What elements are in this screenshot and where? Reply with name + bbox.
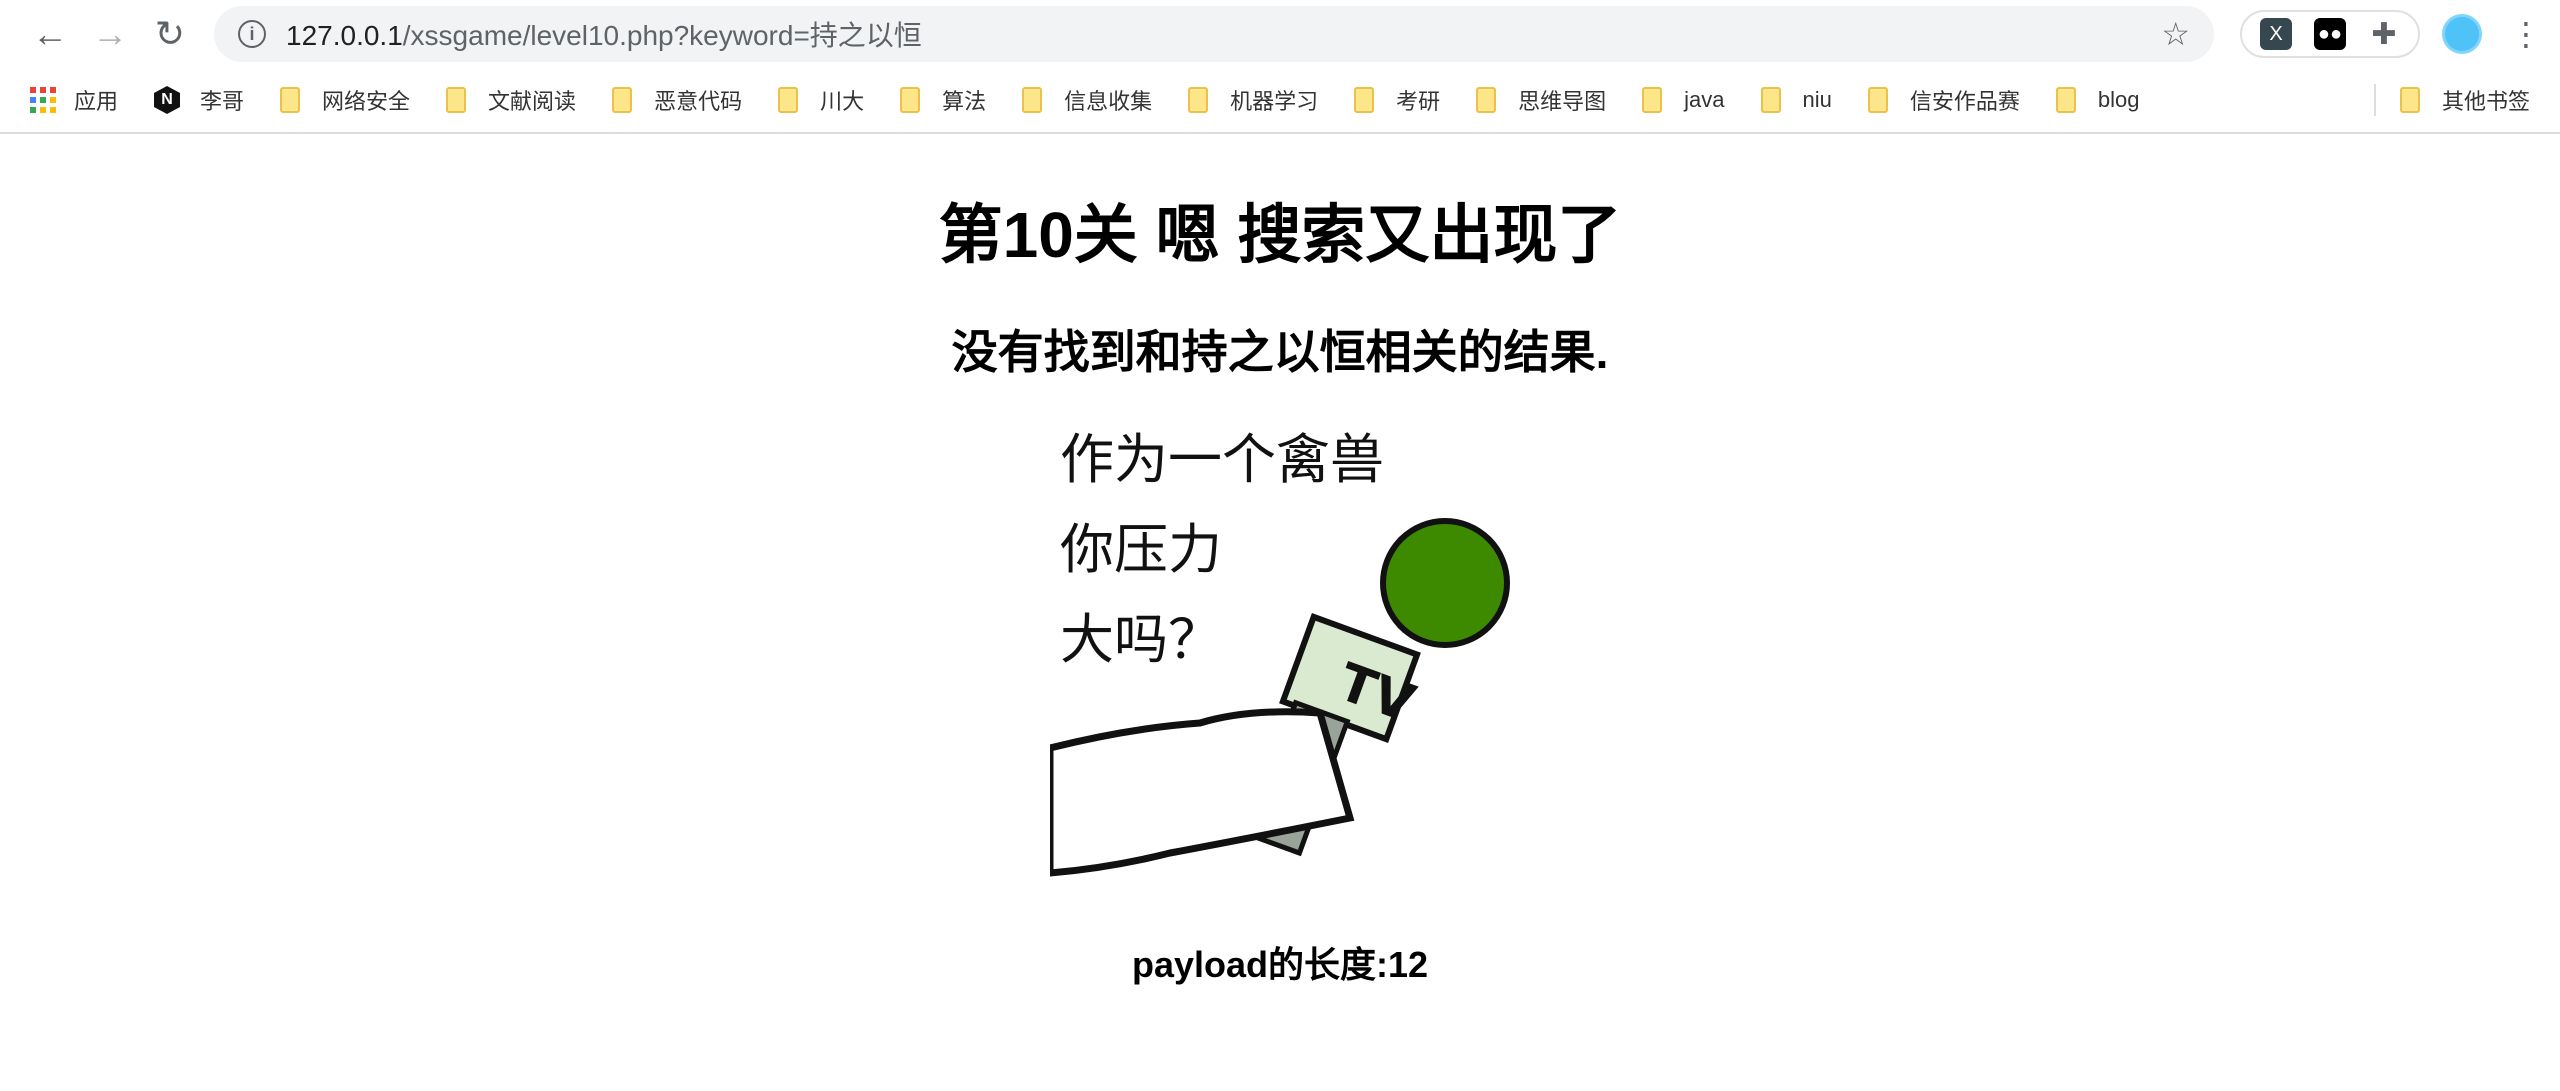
tampermonkey-icon[interactable]: ●● bbox=[2314, 18, 2346, 50]
forward-button[interactable]: → bbox=[80, 4, 140, 64]
bookmark-folder[interactable]: 文献阅读 bbox=[446, 84, 576, 116]
bookmark-other[interactable]: 其他书签 bbox=[2399, 84, 2530, 116]
bookmark-folder[interactable]: 恶意代码 bbox=[612, 84, 742, 116]
bookmark-label: 思维导图 bbox=[1518, 89, 1607, 114]
reload-icon: ↻ bbox=[154, 13, 186, 54]
folder-icon bbox=[1188, 87, 1209, 113]
url-path: /xssgame/level10.php?keyword=持之以恒 bbox=[402, 20, 922, 51]
arrow-left-icon: ← bbox=[32, 13, 68, 54]
folder-icon bbox=[778, 87, 799, 113]
bookmark-label: 网络安全 bbox=[322, 89, 411, 114]
extensions-area: X ●● ✚ bbox=[2240, 10, 2420, 58]
bookmark-folder[interactable]: blog bbox=[2055, 87, 2140, 113]
bookmark-folder[interactable]: 信息收集 bbox=[1022, 84, 1152, 116]
info-icon[interactable]: i bbox=[238, 20, 266, 48]
arrow-right-icon: → bbox=[92, 13, 128, 54]
x-extension-icon[interactable]: X bbox=[2260, 18, 2292, 50]
bookmark-label: 算法 bbox=[942, 89, 987, 114]
bookmark-folder[interactable]: 机器学习 bbox=[1188, 84, 1318, 116]
folder-icon bbox=[280, 87, 301, 113]
apps-grid-icon bbox=[30, 87, 56, 113]
bookmark-folder[interactable]: 川大 bbox=[778, 84, 864, 116]
url-text[interactable]: 127.0.0.1/xssgame/level10.php?keyword=持之… bbox=[286, 14, 2161, 54]
folder-icon bbox=[1476, 87, 1497, 113]
bookmark-label: java bbox=[1684, 87, 1725, 112]
bookmark-folder[interactable]: 考研 bbox=[1354, 84, 1440, 116]
folder-icon bbox=[2399, 87, 2420, 113]
bookmark-folder[interactable]: java bbox=[1642, 87, 1725, 113]
arm-drawing bbox=[1050, 708, 1355, 877]
page-content: 第10关 嗯 搜索又出现了 没有找到和持之以恒相关的结果. 作为一个禽兽 你压力… bbox=[0, 184, 2560, 988]
puzzle-icon[interactable]: ✚ bbox=[2368, 18, 2400, 51]
more-menu-icon[interactable]: ⋮ bbox=[2510, 15, 2542, 53]
folder-icon bbox=[1022, 87, 1043, 113]
bookmark-apps[interactable]: 应用 bbox=[30, 84, 118, 116]
meme-image: 作为一个禽兽 你压力 大吗？ TV bbox=[1050, 428, 1510, 877]
bookmark-label: 其他书签 bbox=[2441, 89, 2530, 114]
n-logo-icon: N bbox=[154, 86, 181, 114]
url-host: 127.0.0.1 bbox=[286, 20, 403, 51]
browser-toolbar: ← → ↻ i 127.0.0.1/xssgame/level10.php?ke… bbox=[0, 0, 2560, 68]
bookmark-label: 李哥 bbox=[200, 89, 245, 114]
bookmark-folder[interactable]: niu bbox=[1760, 87, 1832, 113]
bookmark-label: 机器学习 bbox=[1230, 89, 1319, 114]
image-caption-line: 大吗？ bbox=[1060, 608, 1222, 671]
back-button[interactable]: ← bbox=[20, 4, 80, 64]
folder-icon bbox=[2055, 87, 2076, 113]
bookmark-folder[interactable]: 算法 bbox=[900, 84, 986, 116]
address-bar[interactable]: i 127.0.0.1/xssgame/level10.php?keyword=… bbox=[214, 6, 2214, 62]
bookmark-label: 信息收集 bbox=[1064, 89, 1153, 114]
bookmark-lige[interactable]: N 李哥 bbox=[154, 84, 244, 116]
bookmark-label: 考研 bbox=[1396, 89, 1441, 114]
bookmark-label: niu bbox=[1802, 87, 1832, 112]
folder-icon bbox=[1642, 87, 1663, 113]
bookmark-star-icon[interactable]: ☆ bbox=[2161, 15, 2190, 53]
folder-icon bbox=[900, 87, 921, 113]
bookmark-label: 川大 bbox=[820, 89, 865, 114]
bookmark-label: 恶意代码 bbox=[654, 89, 743, 114]
folder-icon bbox=[1760, 87, 1781, 113]
bookmark-folder[interactable]: 网络安全 bbox=[280, 84, 410, 116]
folder-icon bbox=[612, 87, 633, 113]
bookmarks-bar: 应用 N 李哥 网络安全 文献阅读 恶意代码 川大 算法 信息收集 机器学习 考研… bbox=[0, 68, 2560, 134]
image-caption-line: 你压力 bbox=[1060, 518, 1222, 581]
bookmark-label: 文献阅读 bbox=[488, 89, 577, 114]
folder-icon bbox=[446, 87, 467, 113]
bookmark-label: blog bbox=[2097, 87, 2140, 112]
page-title: 第10关 嗯 搜索又出现了 bbox=[938, 199, 1622, 271]
image-caption-line: 作为一个禽兽 bbox=[1060, 428, 1384, 491]
bookmark-folder[interactable]: 信安作品赛 bbox=[1867, 84, 2020, 116]
bookmark-label: 应用 bbox=[74, 89, 119, 114]
bookmark-label: 信安作品赛 bbox=[1909, 89, 2020, 114]
bookmark-folder[interactable]: 思维导图 bbox=[1476, 84, 1606, 116]
profile-avatar[interactable] bbox=[2442, 14, 2482, 54]
reload-button[interactable]: ↻ bbox=[140, 4, 200, 64]
payload-length: payload的长度:12 bbox=[1131, 944, 1429, 985]
folder-icon bbox=[1354, 87, 1375, 113]
search-result-text: 没有找到和持之以恒相关的结果. bbox=[951, 326, 1609, 378]
folder-icon bbox=[1867, 87, 1888, 113]
bookmarks-divider bbox=[2373, 84, 2376, 116]
